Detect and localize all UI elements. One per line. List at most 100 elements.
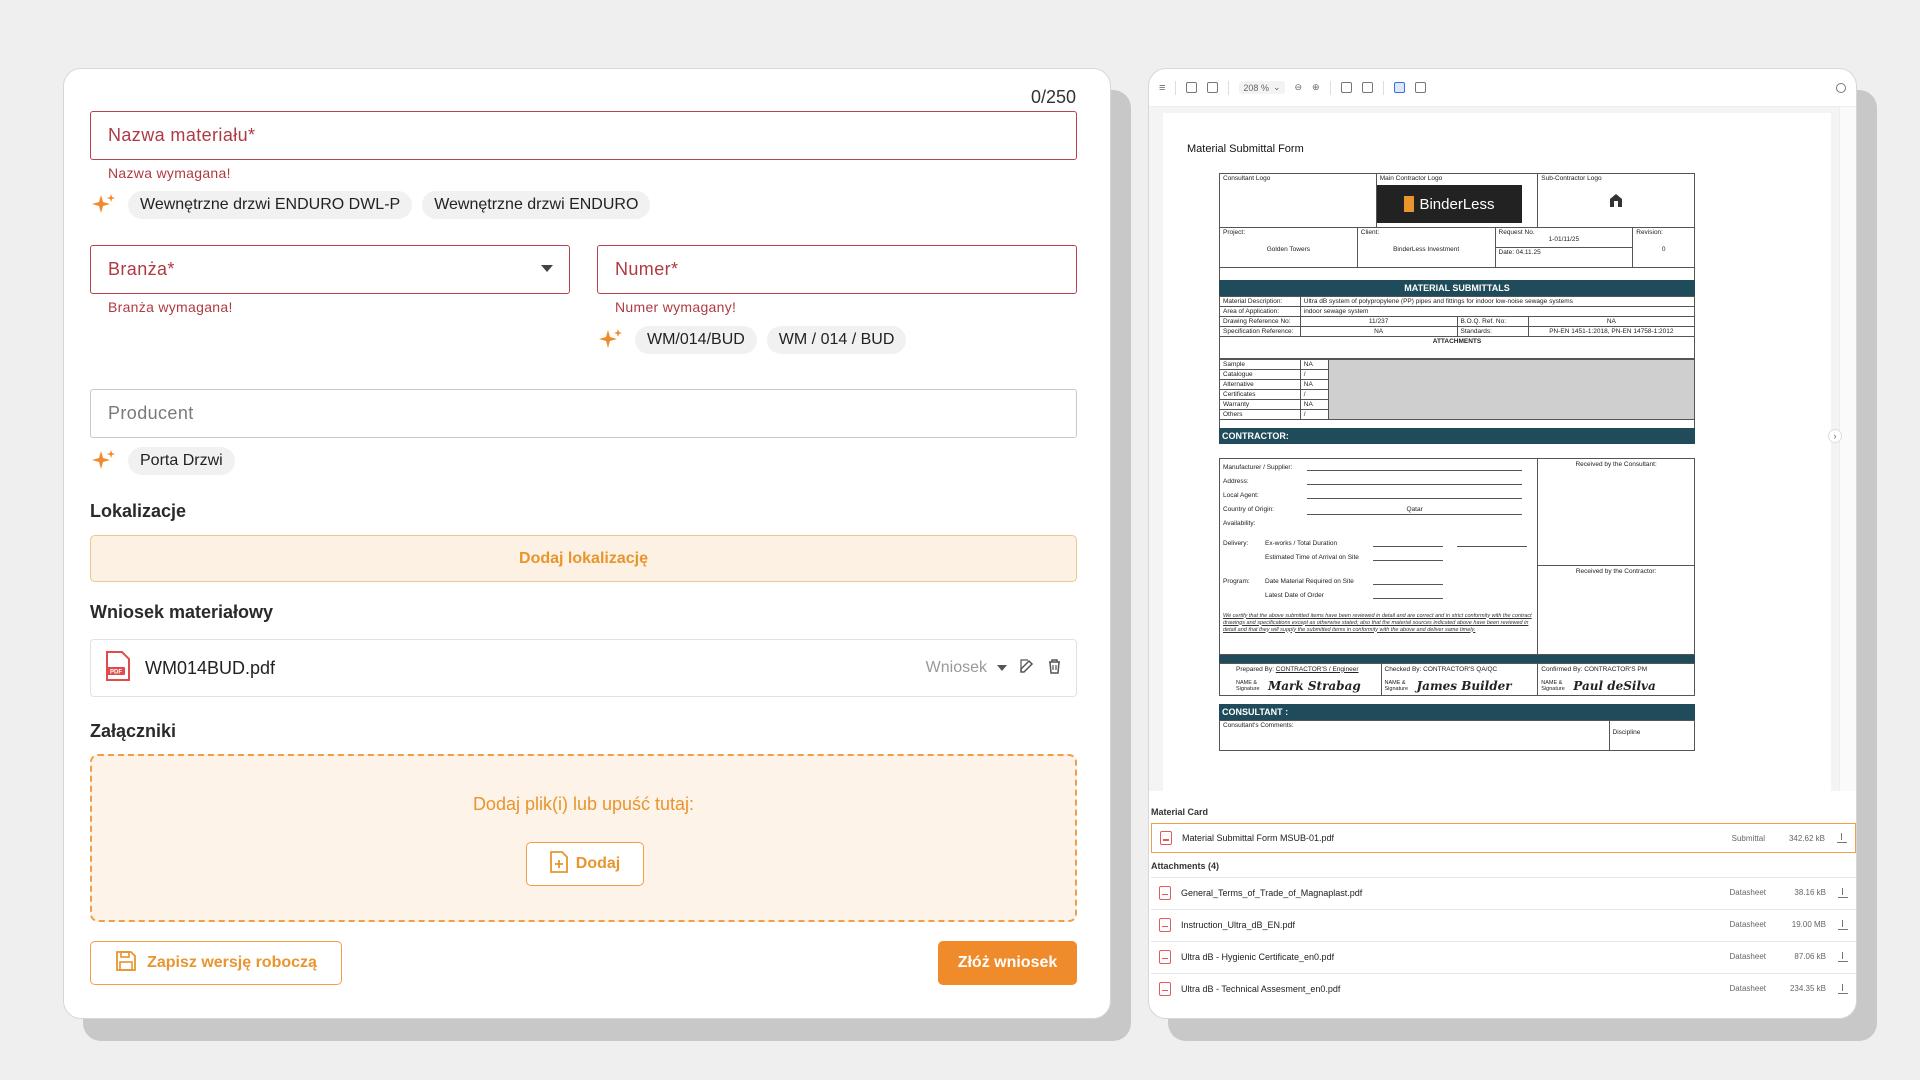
- download-icon[interactable]: [1838, 951, 1848, 962]
- download-icon[interactable]: [1838, 887, 1848, 898]
- download-icon[interactable]: [1837, 833, 1847, 843]
- add-file-button[interactable]: Dodaj: [526, 842, 644, 886]
- suggestion-chip[interactable]: WM/014/BUD: [635, 326, 757, 354]
- zoom-out-icon[interactable]: ⊖: [1295, 82, 1303, 93]
- viewer-scrollbar[interactable]: [1839, 107, 1856, 791]
- request-file-name: WM014BUD.pdf: [145, 657, 276, 678]
- industry-select[interactable]: Branża*: [90, 245, 570, 294]
- discipline-label: Discipline: [1608, 719, 1695, 751]
- add-file-label: Dodaj: [575, 855, 621, 872]
- attachment-name: Ultra dB - Technical Assesment_en0.pdf: [1181, 983, 1341, 994]
- suggestion-chip[interactable]: Wewnętrzne drzwi ENDURO: [422, 191, 651, 219]
- country-value: Qatar: [1307, 503, 1523, 515]
- checked-signature: James Builder: [1416, 678, 1512, 693]
- prepared-role: CONTRACTOR'S / Engineer: [1275, 665, 1359, 673]
- attachment-size: 342.62 kB: [1788, 833, 1825, 843]
- producer-field[interactable]: Producent: [90, 389, 1077, 438]
- material-description-value: Ultra dB system of polypropylene (PP) pi…: [1299, 296, 1696, 307]
- attachment-size: 234.35 kB: [1789, 984, 1826, 993]
- eta-label: Estimated Time of Arrival on Site: [1265, 553, 1359, 561]
- edit-icon[interactable]: [1019, 658, 1035, 679]
- checklist-label: Alternative: [1219, 378, 1301, 390]
- producer-suggestions: Porta Drzwi: [90, 447, 235, 475]
- project-table: Project: Golden Towers Client: BinderLess …: [1219, 227, 1695, 268]
- confirmed-signature: Paul deSilva: [1573, 678, 1656, 693]
- checked-by-label: Checked By:: [1384, 665, 1422, 673]
- suggestion-chip[interactable]: Porta Drzwi: [128, 447, 235, 475]
- pdf-viewer-card: ≡ 208 % ⌄ ⊖ ⊕ Material Submittal Form Con…: [1148, 68, 1857, 1019]
- sidebar-toggle-icon[interactable]: [1186, 82, 1198, 93]
- attachment-type: Datasheet: [1729, 984, 1766, 993]
- trash-icon[interactable]: [1047, 658, 1062, 679]
- attachment-checklist: Sample NA Catalogue / Alternative NA Certif…: [1219, 358, 1695, 420]
- checklist-label: Sample: [1219, 358, 1301, 370]
- industry-label: Branża*: [108, 259, 175, 279]
- area-label: Area of Application:: [1219, 306, 1301, 317]
- file-dropzone[interactable]: Dodaj plik(i) lub upuść tutaj: Dodaj: [90, 754, 1077, 922]
- client-label: Client:: [1360, 229, 1380, 236]
- name-signature-label: NAME & Signature: [1541, 679, 1565, 692]
- signature-table: Prepared By: CONTRACTOR'S / Engineer NAM…: [1219, 662, 1695, 696]
- attachment-size: 19.00 MB: [1791, 920, 1826, 929]
- download-icon[interactable]: [1838, 919, 1848, 930]
- chevron-right-icon[interactable]: ›: [1828, 429, 1842, 443]
- drawing-ref-value: 11/237: [1299, 316, 1458, 327]
- document-area[interactable]: Material Submittal Form Consultant Logo …: [1149, 107, 1841, 793]
- country-label: Country of Origin:: [1223, 505, 1274, 513]
- viewer-toolbar: ≡ 208 % ⌄ ⊖ ⊕: [1149, 69, 1856, 107]
- suggestion-chip[interactable]: WM / 014 / BUD: [766, 326, 907, 354]
- attachment-type: Submittal: [1731, 833, 1765, 843]
- zoom-in-icon[interactable]: ⊕: [1312, 82, 1320, 93]
- attachment-name: Instruction_Ultra_dB_EN.pdf: [1181, 919, 1296, 930]
- menu-icon[interactable]: ≡: [1159, 82, 1165, 94]
- fit-page-icon[interactable]: [1340, 82, 1352, 93]
- attachment-name: General_Terms_of_Trade_of_Magnaplast.pdf: [1181, 887, 1363, 898]
- submit-button[interactable]: Złóż wniosek: [938, 941, 1077, 985]
- file-type-select[interactable]: Wniosek: [926, 659, 987, 677]
- pdf-file-icon: PDF: [105, 650, 131, 686]
- ai-sparkle-icon: [90, 447, 118, 475]
- name-signature-label: NAME & Signature: [1236, 679, 1260, 692]
- pdf-file-icon: [1159, 917, 1171, 932]
- pdf-file-icon: [1159, 885, 1171, 900]
- spec-ref-label: Specification Reference:: [1219, 326, 1301, 337]
- material-name-label: Nazwa materiału*: [108, 125, 256, 145]
- zoom-select[interactable]: 208 % ⌄: [1239, 81, 1285, 94]
- program-label: Program:: [1223, 577, 1250, 585]
- checklist-value: NA: [1299, 378, 1330, 390]
- pan-tool-icon[interactable]: [1393, 82, 1405, 93]
- sub-contractor-logo-label: Sub-Contractor Logo: [1541, 175, 1602, 182]
- material-name-field[interactable]: Nazwa materiału*: [90, 111, 1077, 160]
- add-location-button[interactable]: Dodaj lokalizację: [90, 535, 1077, 582]
- ex-works-label: Ex-works / Total Duration: [1265, 539, 1338, 547]
- attachment-row[interactable]: Ultra dB - Technical Assesment_en0.pdf D…: [1151, 973, 1856, 1003]
- consultant-band: CONSULTANT :: [1219, 703, 1695, 720]
- chevron-down-icon[interactable]: [997, 665, 1007, 671]
- page-icon[interactable]: [1207, 82, 1219, 93]
- certification-text: We certify that the above submitted item…: [1223, 612, 1532, 633]
- consultant-logo-label: Consultant Logo: [1223, 175, 1271, 182]
- request-file-row[interactable]: PDF WM014BUD.pdf Wniosek: [90, 639, 1077, 697]
- save-draft-label: Zapisz wersję roboczą: [147, 954, 317, 971]
- search-icon[interactable]: [1836, 82, 1846, 93]
- request-title: Wniosek materiałowy: [90, 602, 274, 622]
- client-value: BinderLess Investment: [1393, 246, 1460, 253]
- prepared-by-label: Prepared By:: [1236, 665, 1274, 673]
- pdf-file-icon: [1159, 981, 1171, 996]
- attachments-heading: ATTACHMENTS: [1219, 336, 1695, 346]
- consultant-comments-label: Consultant's Comments:: [1219, 719, 1610, 751]
- attachment-row[interactable]: Instruction_Ultra_dB_EN.pdf Datasheet 19…: [1151, 909, 1856, 939]
- select-tool-icon[interactable]: [1414, 82, 1426, 93]
- request-no-label: Request No.: [1498, 229, 1535, 236]
- save-draft-button[interactable]: Zapisz wersję roboczą: [90, 941, 342, 985]
- confirmed-role: CONTRACTOR'S PM: [1584, 665, 1648, 673]
- material-card-file-row[interactable]: Material Submittal Form MSUB-01.pdf Subm…: [1151, 823, 1856, 853]
- download-icon[interactable]: [1838, 983, 1848, 994]
- industry-error: Branża wymagana!: [108, 299, 233, 315]
- chevron-down-icon: [541, 265, 553, 272]
- attachment-row[interactable]: Ultra dB - Hygienic Certificate_en0.pdf …: [1151, 941, 1856, 971]
- suggestion-chip[interactable]: Wewnętrzne drzwi ENDURO DWL-P: [128, 191, 413, 219]
- number-field[interactable]: Numer*: [597, 245, 1077, 294]
- rotate-icon[interactable]: [1361, 82, 1373, 93]
- attachment-row[interactable]: General_Terms_of_Trade_of_Magnaplast.pdf…: [1151, 877, 1856, 907]
